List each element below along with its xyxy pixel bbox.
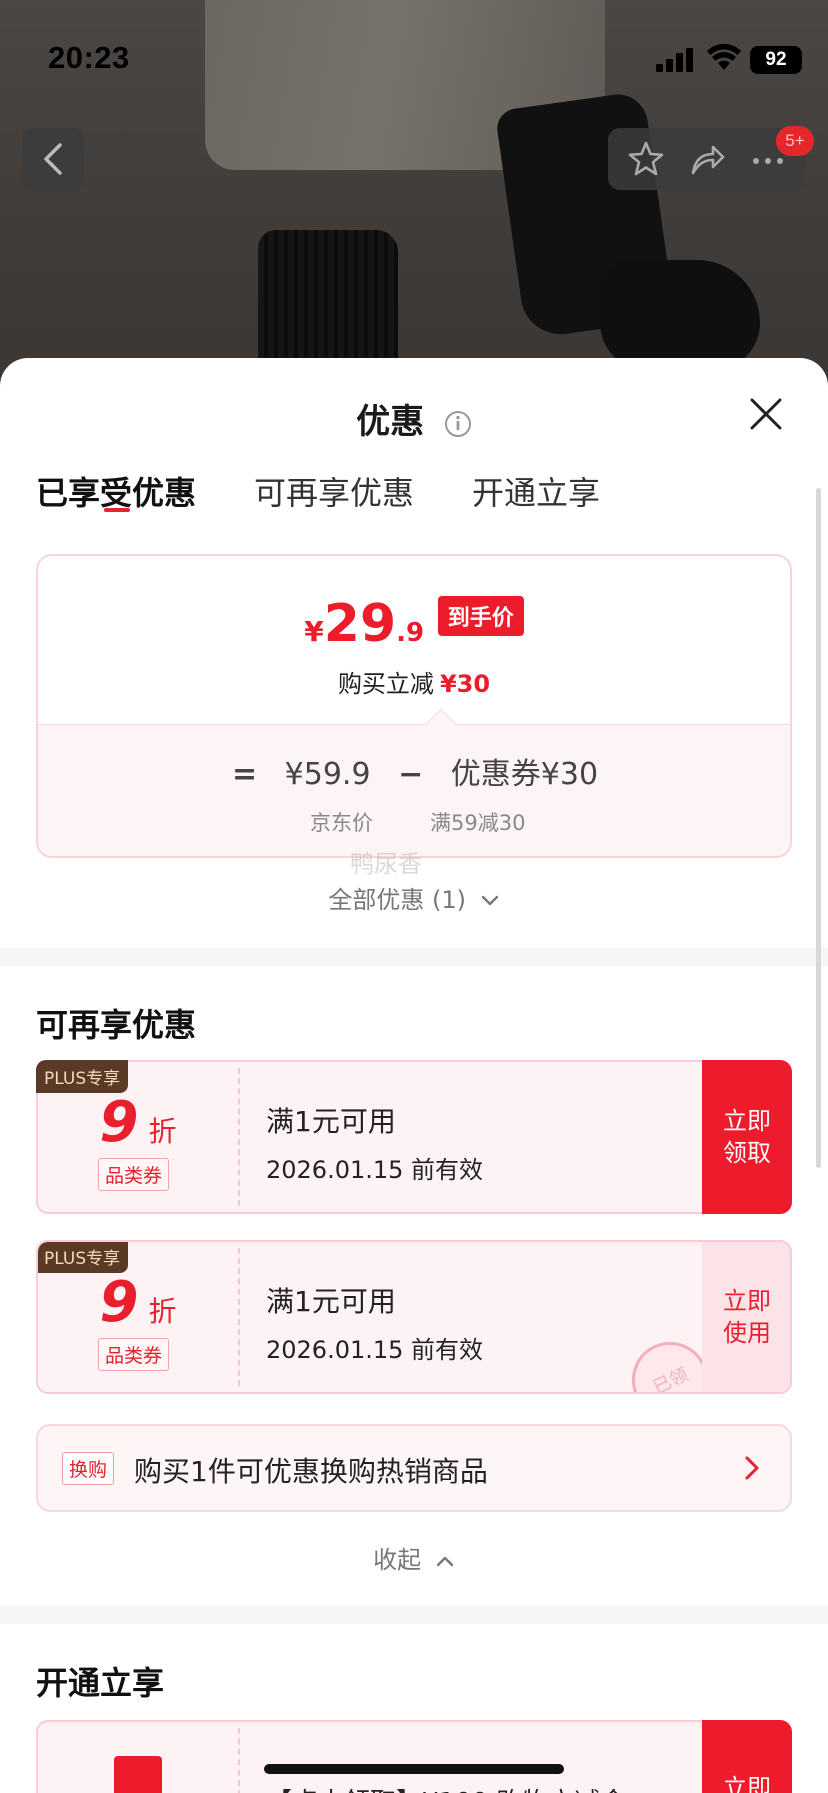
member-claim-button[interactable]: 立即 <box>702 1720 792 1793</box>
tab-extra-offers[interactable]: 可再享优惠 <box>254 468 414 514</box>
collapse-toggle[interactable]: 收起 <box>0 1540 828 1575</box>
price-breakdown-card: ¥29.9 到手价 购买立减 ¥30 = ¥59.9 − 优惠券¥30 京东价 满… <box>36 554 792 858</box>
watermark: 鸭尿香 <box>350 850 422 878</box>
sheet-title-text: 优惠 <box>356 402 425 442</box>
coupon-expiry: 2026.01.15 前有效 <box>266 1336 484 1364</box>
share-icon[interactable] <box>687 139 727 179</box>
coupon-divider <box>238 1068 240 1206</box>
final-price-tag: 到手价 <box>437 596 524 636</box>
cellular-signal-icon <box>656 48 693 72</box>
coupon-divider <box>238 1248 240 1386</box>
wifi-icon <box>707 44 741 70</box>
exchange-badge: 换购 <box>62 1452 115 1485</box>
close-icon[interactable] <box>748 396 784 432</box>
scrollbar[interactable] <box>816 488 821 1168</box>
claim-coupon-button[interactable]: 立即领取 <box>702 1060 792 1214</box>
jd-price-label: 京东价 <box>310 811 373 835</box>
coupon-expiry: 2026.01.15 前有效 <box>266 1156 484 1184</box>
coupon-discount-number: 9 <box>99 1270 139 1335</box>
chevron-right-icon <box>745 1456 759 1480</box>
equals-sign: = <box>231 757 258 792</box>
coupon-category-tag: 品类券 <box>98 1338 170 1371</box>
coupon-discount-unit: 折 <box>148 1115 177 1148</box>
extra-offers-section-title: 可再享优惠 <box>36 1006 197 1044</box>
coupon-condition: 满1元可用 <box>266 1105 396 1138</box>
message-count-badge: 5+ <box>776 126 814 156</box>
price-formula: = ¥59.9 − 优惠券¥30 <box>38 749 790 793</box>
battery-indicator: 92 <box>750 46 802 74</box>
price-formula-section: = ¥59.9 − 优惠券¥30 京东价 满59减30 <box>38 708 790 856</box>
coupon-value: 优惠券¥30 <box>450 757 599 792</box>
coupon-rule-label: 满59减30 <box>430 811 526 835</box>
chevron-down-icon <box>481 895 498 906</box>
final-price-section: ¥29.9 到手价 购买立减 ¥30 <box>38 556 790 724</box>
star-favorite-icon[interactable] <box>626 139 666 179</box>
product-photo-sock-foot <box>600 260 760 370</box>
minus-sign: − <box>398 757 424 792</box>
back-button[interactable] <box>22 128 84 190</box>
chevron-up-icon <box>436 1556 454 1567</box>
tab-member-offers[interactable]: 开通立享 <box>472 468 600 514</box>
member-offer-card: 【点击领取】¥100 购物立减金 立即 <box>36 1720 792 1793</box>
final-price-currency: ¥ <box>304 615 324 648</box>
status-time: 20:23 <box>48 40 130 75</box>
coupon-discount-unit: 折 <box>148 1295 177 1328</box>
coupon-discount: 9折 <box>38 1090 238 1155</box>
home-indicator <box>264 1764 564 1774</box>
exchange-offer-row[interactable]: 换购 购买1件可优惠换购热销商品 <box>36 1424 792 1512</box>
active-tab-indicator <box>104 508 130 512</box>
coupon-discount-number: 9 <box>99 1090 139 1155</box>
instant-discount-line: 购买立减 ¥30 <box>38 664 790 699</box>
instant-discount-label: 购买立减 <box>337 670 434 698</box>
jd-price-value: ¥59.9 <box>284 757 371 792</box>
offers-bottom-sheet: 优惠 已享受优惠 可再享优惠 开通立享 ¥29.9 到手价 购买立减 ¥30 =… <box>0 358 828 1793</box>
coupon-category-tag: 品类券 <box>98 1158 170 1191</box>
member-offers-section-title: 开通立享 <box>36 1664 165 1702</box>
collapse-label: 收起 <box>373 1546 422 1574</box>
final-price-integer: 29 <box>323 594 397 654</box>
gift-card-icon <box>114 1756 162 1793</box>
final-price-decimal: .9 <box>396 618 425 648</box>
all-offers-label: 全部优惠 (1) <box>328 886 466 914</box>
sheet-header: 优惠 <box>0 358 828 458</box>
all-offers-toggle[interactable]: 全部优惠 (1) <box>0 880 828 915</box>
status-bar: 20:23 92 <box>0 0 828 110</box>
member-offer-description: 【点击领取】¥100 购物立减金 <box>266 1782 646 1793</box>
plus-exclusive-tag: PLUS专享 <box>38 1242 129 1273</box>
plus-coupon-card: PLUS专享 9折 品类券 满1元可用 2026.01.15 前有效 已领 立即… <box>36 1240 792 1394</box>
use-coupon-button[interactable]: 立即使用 <box>702 1242 790 1392</box>
coupon-discount: 9折 <box>38 1270 238 1335</box>
coupon-divider <box>238 1728 240 1793</box>
exchange-text: 购买1件可优惠换购热销商品 <box>134 1455 488 1488</box>
info-icon[interactable] <box>444 410 472 438</box>
plus-exclusive-tag: PLUS专享 <box>36 1060 129 1093</box>
offer-tabs: 已享受优惠 可再享优惠 开通立享 <box>0 458 828 528</box>
section-divider <box>0 948 828 966</box>
sheet-title: 优惠 <box>0 394 828 443</box>
final-price: ¥29.9 到手价 <box>38 594 790 654</box>
instant-discount-amount: ¥30 <box>439 670 491 698</box>
chevron-left-icon <box>44 143 62 175</box>
plus-coupon-card: PLUS专享 9折 品类券 满1元可用 2026.01.15 前有效 立即领取 <box>36 1060 792 1214</box>
section-divider <box>0 1606 828 1624</box>
coupon-condition: 满1元可用 <box>266 1285 396 1318</box>
